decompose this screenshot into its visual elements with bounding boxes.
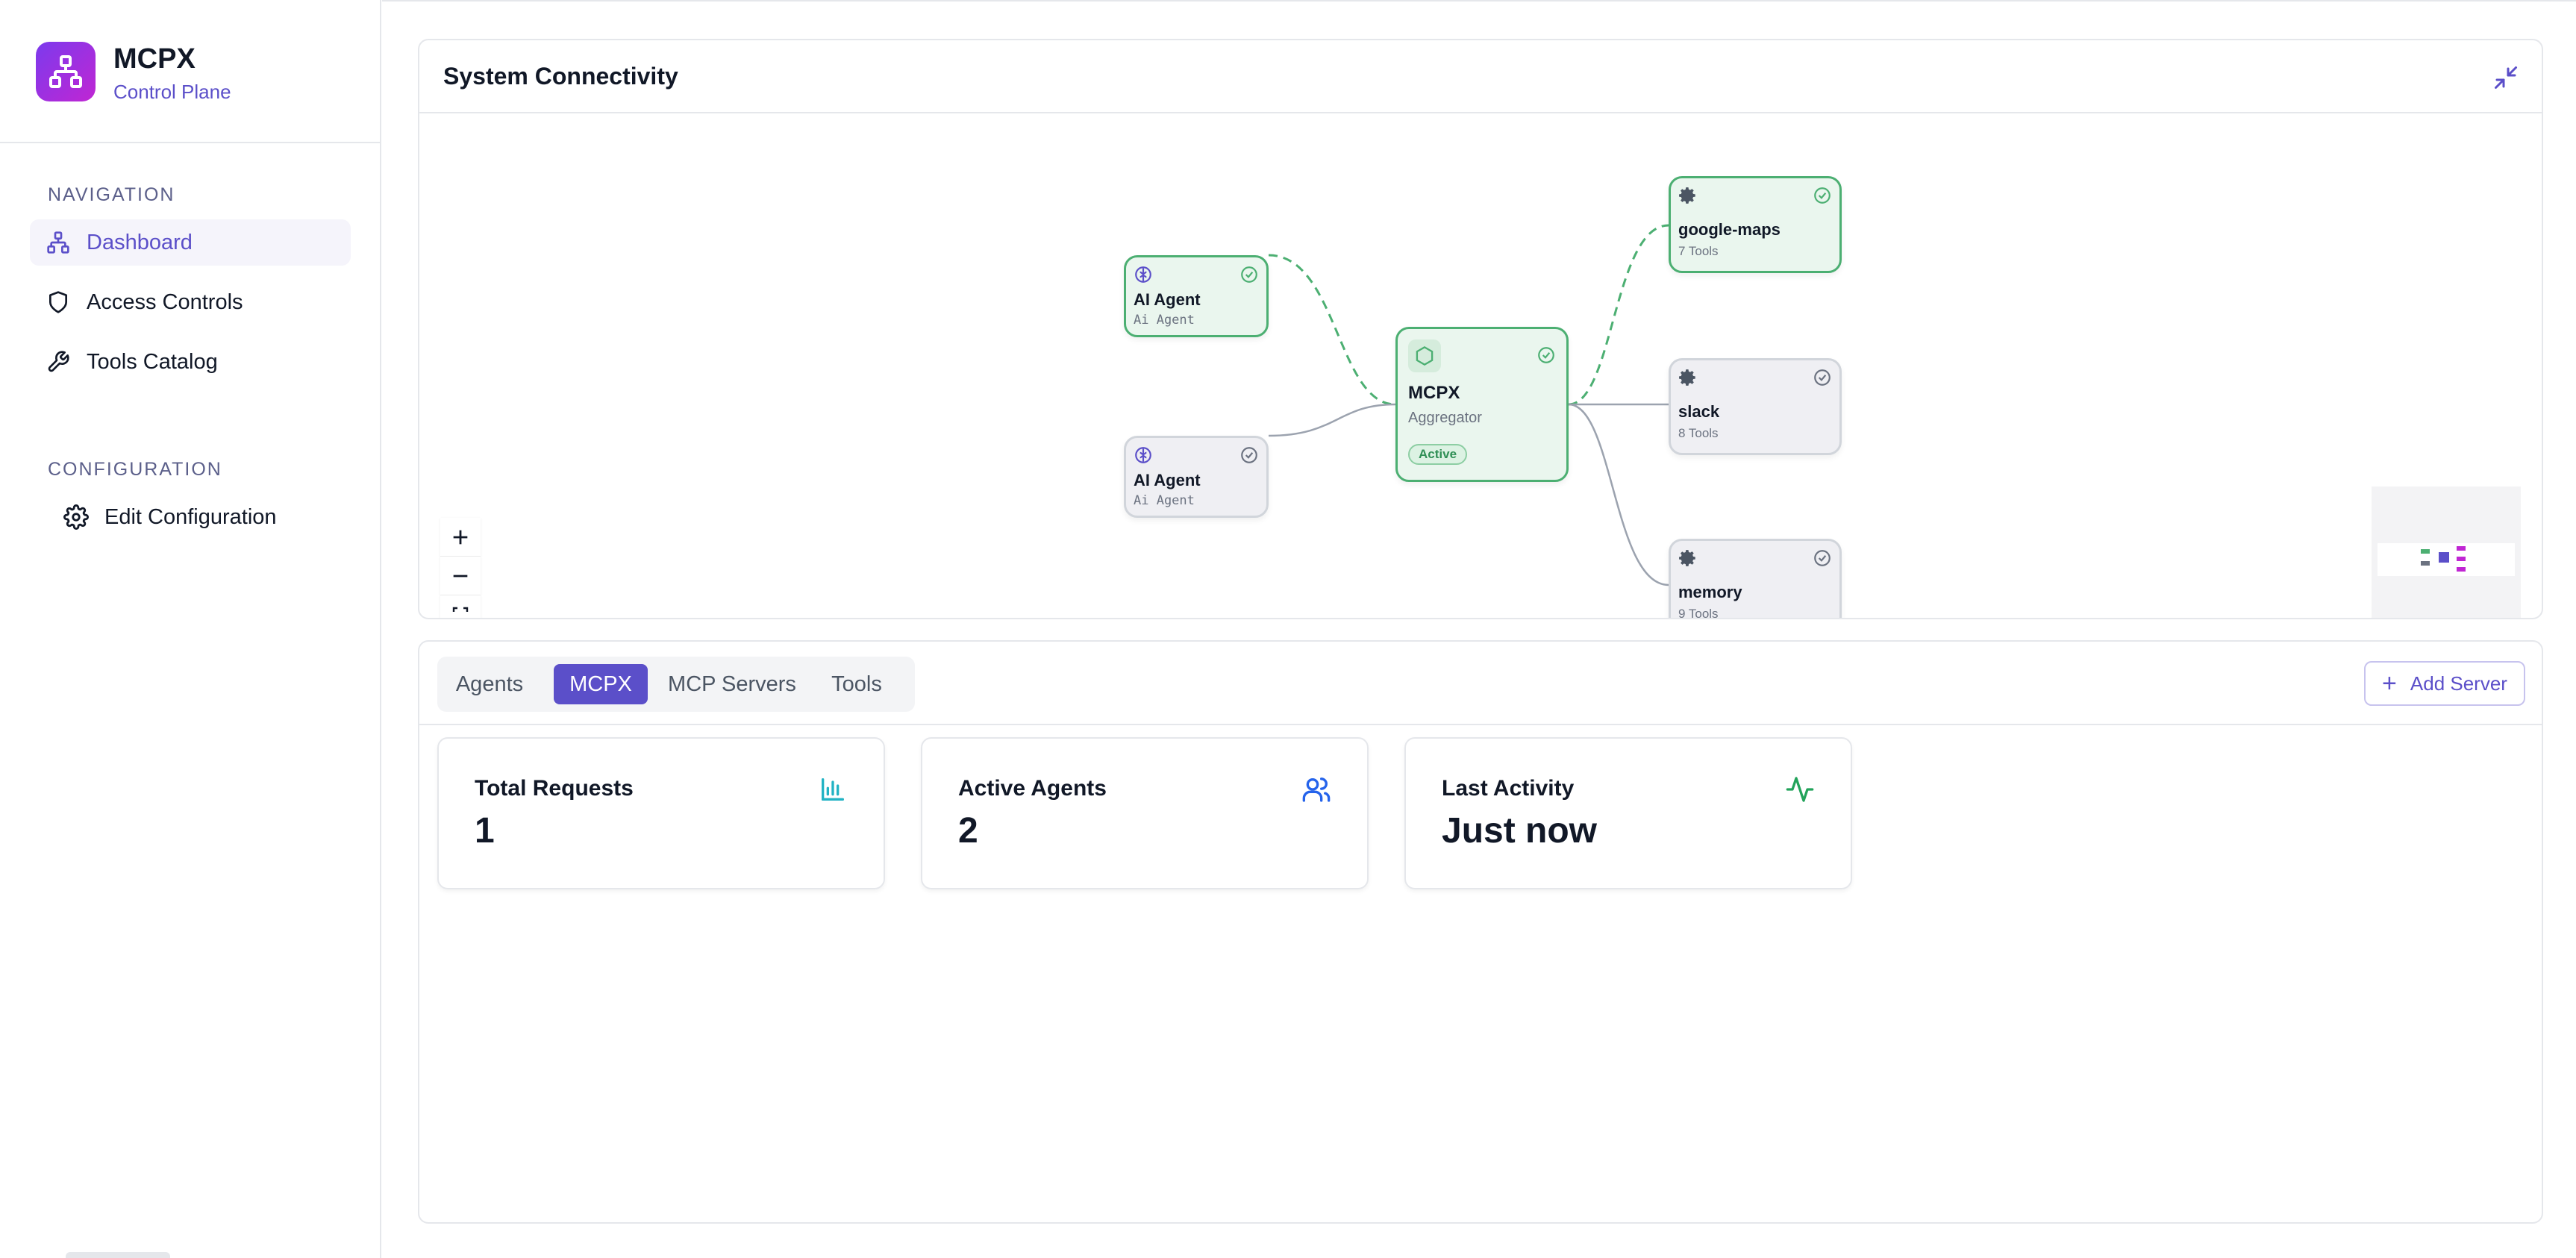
minimap[interactable] (2372, 486, 2521, 618)
users-icon (1302, 777, 1331, 802)
check-circle-icon (1241, 447, 1257, 463)
network-icon (45, 229, 72, 256)
activity-icon (1786, 777, 1814, 802)
zoom-out-button[interactable] (440, 557, 481, 595)
status-badge: Active (1408, 444, 1468, 465)
stat-value: Just now (1442, 811, 1598, 851)
node-title: memory (1678, 583, 1742, 601)
details-panel: Agents MCPX MCP Servers Tools + Add Serv… (418, 640, 2543, 1224)
add-server-label: Add Server (2410, 672, 2507, 695)
server-node-memory[interactable]: memory 9 Tools (1669, 539, 1842, 619)
node-title: google-maps (1678, 220, 1781, 239)
stat-card-last-activity: Last Activity Just now (1404, 737, 1852, 889)
connectivity-graph[interactable]: AI Agent Ai Agent AI Agent Ai Agent MCPX… (419, 115, 2542, 619)
sidebar-item-label: Edit Configuration (104, 504, 277, 529)
node-subtitle: Ai Agent (1134, 313, 1195, 328)
minimap-viewport (2378, 543, 2515, 576)
logo (36, 42, 96, 101)
network-logo-icon (49, 55, 82, 88)
tab-mcp-servers[interactable]: MCP Servers (657, 664, 807, 704)
stat-label: Last Activity (1442, 776, 1575, 801)
connectivity-panel: System Connectivity AI Agent Ai Agent AI… (418, 39, 2543, 619)
stat-value: 1 (475, 811, 495, 851)
top-divider (382, 0, 2576, 1)
brain-icon (1135, 447, 1151, 463)
node-title: AI Agent (1134, 471, 1201, 489)
sidebar-item-label: Dashboard (87, 230, 193, 254)
edge-agent1-mcpx (1268, 254, 1396, 406)
plus-icon (453, 530, 468, 544)
plus-icon: + (2382, 669, 2397, 698)
node-title: slack (1678, 402, 1720, 421)
connectivity-header: System Connectivity (419, 40, 2542, 113)
edge-mcpx-google-maps (1568, 224, 1669, 406)
collapse-button[interactable] (2492, 64, 2519, 91)
nav-section-heading: NAVIGATION (48, 184, 175, 205)
gear-icon (63, 504, 90, 531)
tab-agents[interactable]: Agents (442, 664, 537, 704)
mcpx-hub-node[interactable]: MCPX Aggregator Active (1395, 327, 1569, 482)
sidebar-item-tools-catalog[interactable]: Tools Catalog (30, 339, 351, 385)
sidebar-item-label: Access Controls (87, 290, 243, 314)
check-circle-icon (1814, 187, 1831, 204)
stat-label: Total Requests (475, 776, 634, 801)
sidebar-item-edit-configuration[interactable]: Edit Configuration (48, 494, 351, 540)
check-circle-icon (1538, 347, 1554, 363)
fit-view-icon (452, 607, 469, 618)
hub-title: MCPX (1408, 383, 1460, 403)
tab-tools[interactable]: Tools (815, 664, 898, 704)
gear-icon (1679, 187, 1695, 204)
zoom-in-button[interactable] (440, 518, 481, 557)
tab-mcpx[interactable]: MCPX (554, 664, 648, 704)
edge-agent2-mcpx (1268, 403, 1396, 437)
minimize-icon (2495, 66, 2517, 89)
node-tools-count: 9 Tools (1678, 607, 1719, 619)
sidebar-scroll-indicator (66, 1252, 170, 1258)
hub-subtitle: Aggregator (1408, 410, 1482, 426)
sidebar-item-access-controls[interactable]: Access Controls (30, 279, 351, 325)
gear-icon (1679, 369, 1695, 386)
check-circle-icon (1241, 266, 1257, 283)
stat-card-active-agents: Active Agents 2 (921, 737, 1369, 889)
server-node-slack[interactable]: slack 8 Tools (1669, 358, 1842, 455)
wrench-icon (45, 348, 72, 375)
node-tools-count: 7 Tools (1678, 244, 1719, 258)
minimap-nodes (2421, 546, 2466, 572)
check-circle-icon (1814, 369, 1831, 386)
minus-icon (453, 575, 468, 577)
gear-icon (1679, 550, 1695, 566)
node-title: AI Agent (1134, 290, 1201, 309)
app-subtitle: Control Plane (113, 81, 231, 103)
hexagon-icon (1408, 339, 1441, 372)
brand-header: MCPX Control Plane (0, 0, 380, 143)
stat-card-total-requests: Total Requests 1 (437, 737, 885, 889)
tabs-bar: Agents MCPX MCP Servers Tools + Add Serv… (419, 642, 2542, 725)
sidebar-item-dashboard[interactable]: Dashboard (30, 219, 351, 266)
tab-group: Agents MCPX MCP Servers Tools (437, 657, 915, 712)
agent-node-2[interactable]: AI Agent Ai Agent (1124, 436, 1269, 518)
bar-chart-icon (822, 778, 844, 801)
app-title: MCPX (113, 43, 196, 75)
check-circle-icon (1814, 550, 1831, 566)
server-node-google-maps[interactable]: google-maps 7 Tools (1669, 176, 1842, 273)
stat-label: Active Agents (958, 776, 1107, 801)
sidebar: MCPX Control Plane NAVIGATION Dashboard … (0, 0, 381, 1258)
shield-icon (45, 289, 72, 316)
sidebar-item-label: Tools Catalog (87, 349, 218, 374)
edge-mcpx-memory (1568, 403, 1669, 586)
config-section-heading: CONFIGURATION (48, 459, 222, 480)
brain-icon (1135, 266, 1151, 283)
fit-view-button[interactable] (440, 595, 481, 618)
node-tools-count: 8 Tools (1678, 426, 1719, 440)
node-subtitle: Ai Agent (1134, 493, 1195, 508)
stat-value: 2 (958, 811, 978, 851)
add-server-button[interactable]: + Add Server (2364, 661, 2525, 706)
connectivity-title: System Connectivity (443, 63, 678, 90)
agent-node-1[interactable]: AI Agent Ai Agent (1124, 255, 1269, 337)
